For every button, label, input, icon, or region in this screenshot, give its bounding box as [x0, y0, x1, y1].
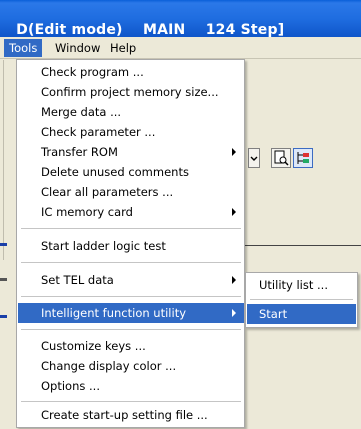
ladder-line-fragment [0, 278, 7, 281]
ladder-tree-button[interactable] [293, 148, 313, 168]
menu-help[interactable]: Help [105, 39, 141, 57]
menu-separator [21, 228, 241, 229]
window-title-bar: D(Edit mode) MAIN 124 Step] [0, 0, 361, 38]
toolbar-divider [3, 60, 4, 260]
menu-item-confirm-memory-size[interactable]: Confirm project memory size... [18, 82, 244, 102]
menu-separator [21, 401, 241, 402]
tools-menu: Check program ... Confirm project memory… [16, 59, 245, 428]
menu-item-merge-data[interactable]: Merge data ... [18, 102, 244, 122]
menu-item-options[interactable]: Options ... [18, 376, 244, 396]
print-preview-button[interactable] [271, 148, 291, 168]
menu-item-ic-memory-card[interactable]: IC memory card [18, 202, 244, 222]
print-preview-icon [274, 150, 289, 166]
menu-item-start-ladder-logic-test[interactable]: Start ladder logic test [18, 236, 244, 256]
ladder-rung-line [245, 245, 361, 246]
submenu-arrow-icon [232, 309, 236, 317]
window-title: D(Edit mode) MAIN 124 Step] [16, 22, 285, 38]
menu-item-create-startup-setting-file[interactable]: Create start-up setting file ... [18, 405, 244, 425]
menu-separator [21, 262, 241, 263]
menu-item-set-tel-data[interactable]: Set TEL data [18, 270, 244, 290]
menu-window[interactable]: Window [50, 39, 105, 57]
ladder-line-fragment [0, 315, 7, 318]
ladder-line-fragment [0, 243, 7, 246]
menu-item-delete-unused-comments[interactable]: Delete unused comments [18, 162, 244, 182]
menu-item-customize-keys[interactable]: Customize keys ... [18, 336, 244, 356]
toolbar-dropdown-button[interactable] [248, 148, 260, 168]
menu-separator [21, 329, 241, 330]
menu-item-check-program[interactable]: Check program ... [18, 62, 244, 82]
menu-item-intelligent-function-utility[interactable]: Intelligent function utility [18, 303, 244, 323]
submenu-arrow-icon [232, 208, 236, 216]
menu-tools[interactable]: Tools [4, 39, 43, 57]
menu-item-change-display-color[interactable]: Change display color ... [18, 356, 244, 376]
submenu-arrow-icon [232, 276, 236, 284]
menu-separator [250, 299, 353, 300]
menu-bar: Tools Window Help [0, 37, 361, 59]
submenu-item-utility-list[interactable]: Utility list ... [247, 275, 356, 295]
utility-submenu: Utility list ... Start [245, 272, 358, 328]
menu-separator [21, 296, 241, 297]
submenu-item-start[interactable]: Start [247, 304, 356, 324]
submenu-arrow-icon [232, 148, 236, 156]
menu-item-check-parameter[interactable]: Check parameter ... [18, 122, 244, 142]
ladder-tree-icon [297, 152, 309, 164]
dropdown-arrow-icon [250, 156, 258, 161]
menu-item-clear-all-parameters[interactable]: Clear all parameters ... [18, 182, 244, 202]
menu-item-transfer-rom[interactable]: Transfer ROM [18, 142, 244, 162]
